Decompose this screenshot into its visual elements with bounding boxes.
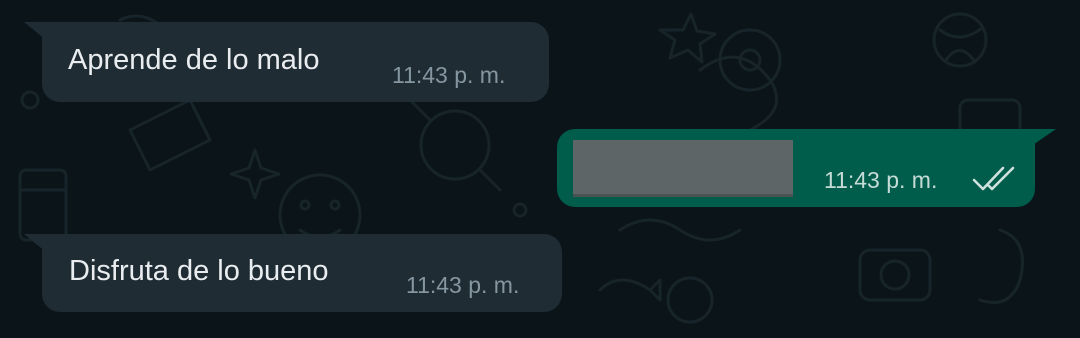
redacted-message-text	[573, 140, 793, 197]
message-bubble-incoming[interactable]: Disfruta de lo bueno 11:43 p. m.	[42, 234, 562, 312]
message-timestamp: 11:43 p. m.	[406, 272, 520, 298]
message-text: Disfruta de lo bueno	[69, 255, 329, 287]
message-text: Aprende de lo malo	[68, 44, 320, 76]
message-bubble-incoming[interactable]: Aprende de lo malo 11:43 p. m.	[42, 22, 549, 102]
message-timestamp: 11:43 p. m.	[392, 62, 506, 88]
chat-view[interactable]: Aprende de lo malo 11:43 p. m. 11:43 p. …	[0, 0, 1080, 338]
message-bubble-outgoing[interactable]: 11:43 p. m.	[557, 129, 1035, 207]
double-check-icon	[972, 166, 1015, 191]
message-timestamp: 11:43 p. m.	[824, 167, 938, 193]
